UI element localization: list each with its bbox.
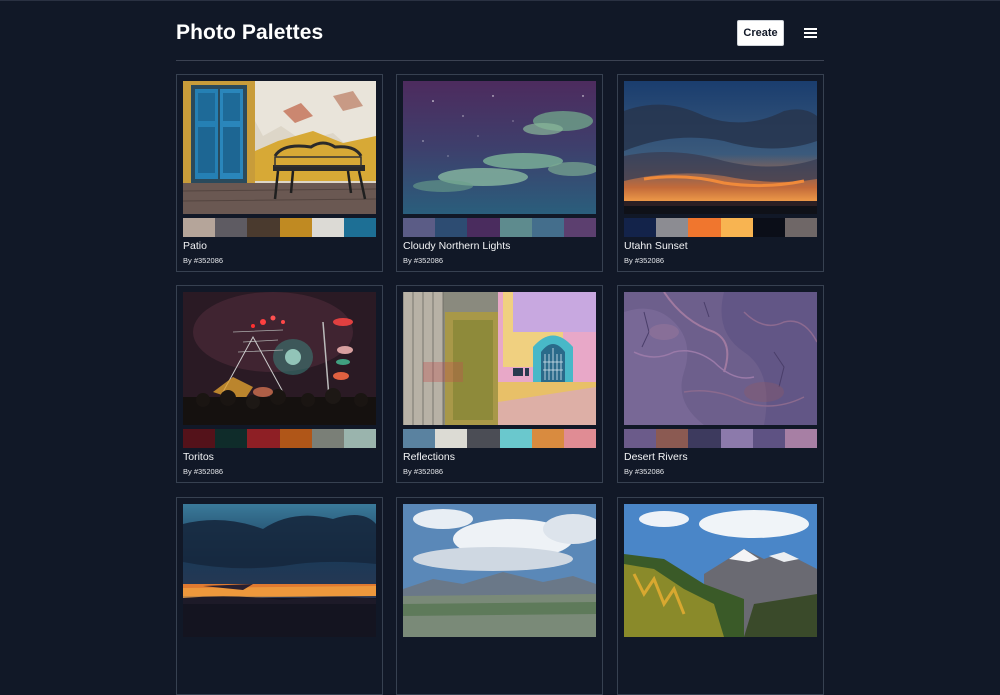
top-border xyxy=(0,0,1000,1)
color-swatch[interactable] xyxy=(784,218,818,237)
palette-author: By #352086 xyxy=(624,256,665,265)
color-swatch[interactable] xyxy=(467,429,500,448)
palette-card[interactable]: Patio By #352086 xyxy=(176,74,383,272)
color-swatch[interactable] xyxy=(247,429,280,448)
color-swatch[interactable] xyxy=(784,429,818,448)
palette-title[interactable]: Utahn Sunset xyxy=(624,240,688,252)
color-swatch[interactable] xyxy=(311,218,344,237)
color-swatch[interactable] xyxy=(183,218,216,237)
patio-photo xyxy=(183,81,376,214)
color-swatch[interactable] xyxy=(279,429,312,448)
color-swatch[interactable] xyxy=(656,429,689,448)
palette-title[interactable]: Patio xyxy=(183,240,207,252)
palette-title[interactable]: Reflections xyxy=(403,451,455,463)
hamburger-menu-icon[interactable] xyxy=(802,25,820,41)
palette-title[interactable]: Cloudy Northern Lights xyxy=(403,240,510,252)
color-swatch[interactable] xyxy=(279,218,312,237)
palette-card[interactable]: Desert Rivers By #352086 xyxy=(617,285,824,483)
color-swatch[interactable] xyxy=(435,429,468,448)
palette-photo[interactable] xyxy=(403,81,596,214)
color-swatch[interactable] xyxy=(688,429,721,448)
color-swatch[interactable] xyxy=(343,429,377,448)
color-swatch[interactable] xyxy=(563,218,597,237)
color-swatch[interactable] xyxy=(467,218,500,237)
color-swatch[interactable] xyxy=(343,218,377,237)
swatch-row xyxy=(403,429,597,448)
color-swatch[interactable] xyxy=(531,429,564,448)
palette-photo[interactable] xyxy=(403,292,596,425)
color-swatch[interactable] xyxy=(311,429,344,448)
color-swatch[interactable] xyxy=(531,218,564,237)
palette-photo[interactable] xyxy=(624,81,817,214)
color-swatch[interactable] xyxy=(403,429,436,448)
swatch-row xyxy=(183,429,377,448)
page-title: Photo Palettes xyxy=(176,21,324,44)
northern-lights-photo xyxy=(403,81,596,214)
palette-card[interactable] xyxy=(176,497,383,695)
palette-card[interactable]: Reflections By #352086 xyxy=(396,285,603,483)
color-swatch[interactable] xyxy=(720,218,753,237)
palette-grid: Patio By #352086 Cloudy Northern Lights … xyxy=(176,74,824,695)
palette-card[interactable]: Toritos By #352086 xyxy=(176,285,383,483)
color-swatch[interactable] xyxy=(720,429,753,448)
palette-author: By #352086 xyxy=(183,256,224,265)
palette-card[interactable] xyxy=(396,497,603,695)
palette-title[interactable]: Toritos xyxy=(183,451,214,463)
color-swatch[interactable] xyxy=(688,218,721,237)
color-swatch[interactable] xyxy=(215,429,248,448)
palette-card[interactable] xyxy=(617,497,824,695)
color-swatch[interactable] xyxy=(499,429,532,448)
mountain-clouds-photo xyxy=(403,504,596,637)
color-swatch[interactable] xyxy=(624,429,657,448)
palette-title[interactable]: Desert Rivers xyxy=(624,451,688,463)
palette-photo[interactable] xyxy=(403,504,596,637)
color-swatch[interactable] xyxy=(752,218,785,237)
fireworks-photo xyxy=(183,292,376,425)
dusk-landscape-photo xyxy=(183,504,376,637)
color-swatch[interactable] xyxy=(752,429,785,448)
color-swatch[interactable] xyxy=(215,218,248,237)
palette-photo[interactable] xyxy=(183,504,376,637)
palette-photo[interactable] xyxy=(624,292,817,425)
palette-photo[interactable] xyxy=(183,81,376,214)
sunset-photo xyxy=(624,81,817,214)
swatch-row xyxy=(183,218,377,237)
autumn-mountain-photo xyxy=(624,504,817,637)
palette-author: By #352086 xyxy=(624,467,665,476)
color-swatch[interactable] xyxy=(183,429,216,448)
swatch-row xyxy=(403,218,597,237)
color-swatch[interactable] xyxy=(499,218,532,237)
swatch-row xyxy=(624,218,818,237)
page-header: Photo Palettes Create xyxy=(176,14,824,61)
desert-rivers-photo xyxy=(624,292,817,425)
color-swatch[interactable] xyxy=(624,218,657,237)
palette-author: By #352086 xyxy=(403,256,444,265)
palette-card[interactable]: Cloudy Northern Lights By #352086 xyxy=(396,74,603,272)
reflections-photo xyxy=(403,292,596,425)
palette-author: By #352086 xyxy=(403,467,444,476)
palette-card[interactable]: Utahn Sunset By #352086 xyxy=(617,74,824,272)
create-button[interactable]: Create xyxy=(737,20,784,46)
palette-photo[interactable] xyxy=(183,292,376,425)
palette-photo[interactable] xyxy=(624,504,817,637)
color-swatch[interactable] xyxy=(656,218,689,237)
color-swatch[interactable] xyxy=(563,429,597,448)
palette-author: By #352086 xyxy=(183,467,224,476)
swatch-row xyxy=(624,429,818,448)
color-swatch[interactable] xyxy=(435,218,468,237)
color-swatch[interactable] xyxy=(403,218,436,237)
color-swatch[interactable] xyxy=(247,218,280,237)
